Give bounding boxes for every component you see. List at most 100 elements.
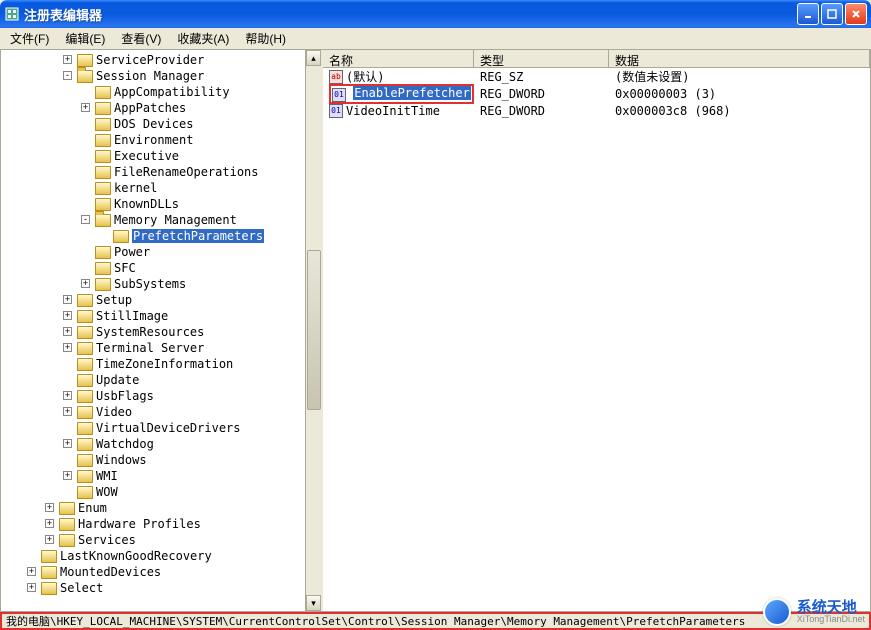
tree-item[interactable]: +SystemResources bbox=[3, 324, 321, 340]
tree-item[interactable]: DOS Devices bbox=[3, 116, 321, 132]
minimize-button[interactable] bbox=[797, 3, 819, 25]
value-row[interactable]: 01 EnablePrefetcherREG_DWORD0x00000003 (… bbox=[323, 85, 870, 102]
tree-item[interactable]: Environment bbox=[3, 132, 321, 148]
tree-item[interactable]: TimeZoneInformation bbox=[3, 356, 321, 372]
scroll-up-button[interactable]: ▴ bbox=[306, 50, 321, 66]
tree-item[interactable]: +AppPatches bbox=[3, 100, 321, 116]
tree-item[interactable]: Windows bbox=[3, 452, 321, 468]
tree-scrollbar[interactable]: ▴ ▾ bbox=[305, 50, 321, 611]
tree-item[interactable]: +Terminal Server bbox=[3, 340, 321, 356]
expand-toggle-icon[interactable]: + bbox=[63, 311, 72, 320]
value-type: REG_SZ bbox=[474, 70, 609, 84]
tree-item-label: PrefetchParameters bbox=[132, 229, 264, 243]
tree-item[interactable]: +SubSystems bbox=[3, 276, 321, 292]
close-button[interactable] bbox=[845, 3, 867, 25]
expand-toggle-icon[interactable]: + bbox=[63, 295, 72, 304]
expand-toggle-icon[interactable]: + bbox=[63, 439, 72, 448]
menu-edit[interactable]: 编辑(E) bbox=[59, 28, 111, 49]
list-body[interactable]: ab(默认)REG_SZ(数值未设置)01 EnablePrefetcherRE… bbox=[323, 68, 870, 611]
expand-toggle-icon[interactable]: + bbox=[63, 327, 72, 336]
expand-toggle-icon[interactable]: + bbox=[27, 567, 36, 576]
tree-item[interactable]: Update bbox=[3, 372, 321, 388]
expand-toggle-icon[interactable]: - bbox=[81, 215, 90, 224]
tree-item[interactable]: KnownDLLs bbox=[3, 196, 321, 212]
tree-item[interactable]: SFC bbox=[3, 260, 321, 276]
tree-item-label: TimeZoneInformation bbox=[96, 357, 233, 371]
tree-item[interactable]: Executive bbox=[3, 148, 321, 164]
scroll-thumb[interactable] bbox=[307, 250, 321, 410]
tree-item[interactable]: -Memory Management bbox=[3, 212, 321, 228]
menu-favorites[interactable]: 收藏夹(A) bbox=[171, 28, 235, 49]
tree-item[interactable]: +UsbFlags bbox=[3, 388, 321, 404]
expand-toggle-icon[interactable]: + bbox=[45, 535, 54, 544]
column-header-name[interactable]: 名称 bbox=[323, 50, 474, 67]
expand-toggle-icon[interactable]: + bbox=[63, 407, 72, 416]
value-data: (数值未设置) bbox=[609, 68, 870, 85]
tree-item[interactable]: +Select bbox=[3, 580, 321, 596]
maximize-button[interactable] bbox=[821, 3, 843, 25]
column-header-data[interactable]: 数据 bbox=[609, 50, 870, 67]
folder-icon bbox=[95, 214, 111, 227]
expand-toggle-icon[interactable]: + bbox=[81, 279, 90, 288]
tree-item[interactable]: +ServiceProvider bbox=[3, 52, 321, 68]
tree-item[interactable]: +Video bbox=[3, 404, 321, 420]
tree-item[interactable]: VirtualDeviceDrivers bbox=[3, 420, 321, 436]
expand-toggle-icon[interactable]: + bbox=[81, 103, 90, 112]
folder-icon bbox=[59, 518, 75, 531]
folder-icon bbox=[77, 326, 93, 339]
folder-icon bbox=[95, 118, 111, 131]
tree-item[interactable]: FileRenameOperations bbox=[3, 164, 321, 180]
tree-item[interactable]: LastKnownGoodRecovery bbox=[3, 548, 321, 564]
tree-item-label: Windows bbox=[96, 453, 147, 467]
menu-file[interactable]: 文件(F) bbox=[4, 28, 55, 49]
expand-toggle-icon[interactable]: + bbox=[45, 519, 54, 528]
column-header-type[interactable]: 类型 bbox=[474, 50, 609, 67]
tree-item-label: LastKnownGoodRecovery bbox=[60, 549, 212, 563]
tree-item[interactable]: +MountedDevices bbox=[3, 564, 321, 580]
expand-toggle-icon[interactable]: - bbox=[63, 71, 72, 80]
scroll-down-button[interactable]: ▾ bbox=[306, 595, 321, 611]
tree-item[interactable]: +WMI bbox=[3, 468, 321, 484]
folder-icon bbox=[95, 262, 111, 275]
tree-item[interactable]: +Services bbox=[3, 532, 321, 548]
value-row[interactable]: ab(默认)REG_SZ(数值未设置) bbox=[323, 68, 870, 85]
tree-item[interactable]: + Hardware Profiles bbox=[3, 516, 321, 532]
expand-toggle-icon[interactable]: + bbox=[63, 343, 72, 352]
expand-toggle-icon[interactable]: + bbox=[63, 471, 72, 480]
dword-value-icon: 01 bbox=[329, 104, 343, 118]
tree-item[interactable]: kernel bbox=[3, 180, 321, 196]
tree-item[interactable]: -Session Manager bbox=[3, 68, 321, 84]
tree-item[interactable]: AppCompatibility bbox=[3, 84, 321, 100]
tree-item-label: Hardware Profiles bbox=[78, 517, 201, 531]
value-name: VideoInitTime bbox=[346, 104, 440, 118]
tree-pane[interactable]: +ServiceProvider-Session ManagerAppCompa… bbox=[1, 50, 323, 611]
value-row[interactable]: 01VideoInitTimeREG_DWORD0x000003c8 (968) bbox=[323, 102, 870, 119]
folder-icon bbox=[95, 182, 111, 195]
tree-item-label: Enum bbox=[78, 501, 107, 515]
folder-icon bbox=[77, 470, 93, 483]
folder-icon bbox=[77, 54, 93, 67]
tree-item[interactable]: PrefetchParameters bbox=[3, 228, 321, 244]
folder-icon bbox=[41, 550, 57, 563]
tree-item[interactable]: +Setup bbox=[3, 292, 321, 308]
tree-item-label: KnownDLLs bbox=[114, 197, 179, 211]
tree-item[interactable]: WOW bbox=[3, 484, 321, 500]
value-name: EnablePrefetcher bbox=[353, 86, 471, 100]
status-bar: 我的电脑\HKEY_LOCAL_MACHINE\SYSTEM\CurrentCo… bbox=[0, 612, 871, 630]
tree-item[interactable]: + Enum bbox=[3, 500, 321, 516]
tree-item-label: kernel bbox=[114, 181, 157, 195]
tree-item[interactable]: Power bbox=[3, 244, 321, 260]
expand-toggle-icon[interactable]: + bbox=[63, 55, 72, 64]
expand-toggle-icon[interactable]: + bbox=[45, 503, 54, 512]
folder-icon bbox=[77, 342, 93, 355]
tree-item[interactable]: +Watchdog bbox=[3, 436, 321, 452]
expand-toggle-icon[interactable]: + bbox=[27, 583, 36, 592]
folder-icon bbox=[77, 358, 93, 371]
folder-icon bbox=[77, 374, 93, 387]
menu-view[interactable]: 查看(V) bbox=[115, 28, 167, 49]
folder-icon bbox=[41, 566, 57, 579]
value-name: (默认) bbox=[346, 68, 384, 85]
menu-help[interactable]: 帮助(H) bbox=[239, 28, 292, 49]
expand-toggle-icon[interactable]: + bbox=[63, 391, 72, 400]
tree-item[interactable]: +StillImage bbox=[3, 308, 321, 324]
